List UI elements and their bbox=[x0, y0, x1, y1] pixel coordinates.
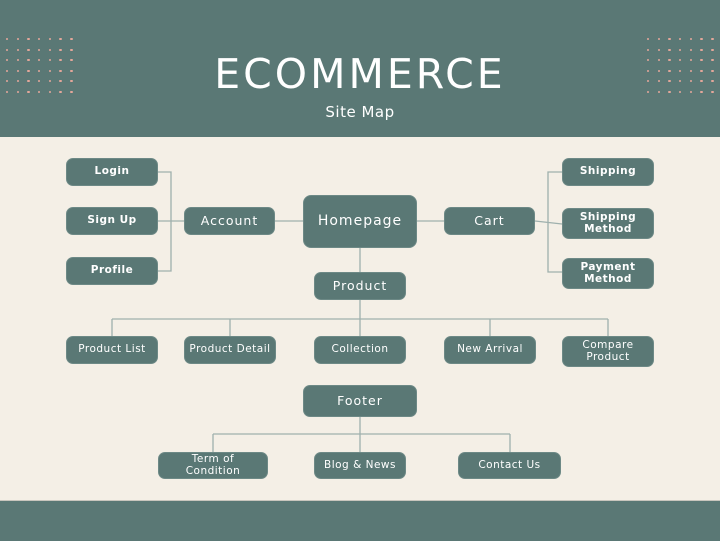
node-term-of-condition[interactable]: Term of Condition bbox=[158, 452, 268, 479]
node-profile[interactable]: Profile bbox=[66, 257, 158, 285]
footer-banner bbox=[0, 500, 720, 541]
node-product[interactable]: Product bbox=[314, 272, 406, 300]
node-product-detail[interactable]: Product Detail bbox=[184, 336, 276, 364]
node-blog-news[interactable]: Blog & News bbox=[314, 452, 406, 479]
node-contact-us[interactable]: Contact Us bbox=[458, 452, 561, 479]
node-login[interactable]: Login bbox=[66, 158, 158, 186]
node-shipping-method[interactable]: Shipping Method bbox=[562, 208, 654, 239]
node-cart[interactable]: Cart bbox=[444, 207, 535, 235]
connector-profile bbox=[158, 221, 172, 272]
node-account[interactable]: Account bbox=[184, 207, 275, 235]
node-sign-up[interactable]: Sign Up bbox=[66, 207, 158, 235]
node-payment-method[interactable]: Payment Method bbox=[562, 258, 654, 289]
connector-shipping bbox=[547, 171, 562, 221]
node-compare-product[interactable]: Compare Product bbox=[562, 336, 654, 367]
node-footer[interactable]: Footer bbox=[303, 385, 417, 417]
node-shipping[interactable]: Shipping bbox=[562, 158, 654, 186]
connector-payment bbox=[547, 221, 562, 273]
node-collection[interactable]: Collection bbox=[314, 336, 406, 364]
node-homepage[interactable]: Homepage bbox=[303, 195, 417, 248]
connector-login bbox=[158, 171, 172, 221]
node-product-list[interactable]: Product List bbox=[66, 336, 158, 364]
node-new-arrival[interactable]: New Arrival bbox=[444, 336, 536, 364]
